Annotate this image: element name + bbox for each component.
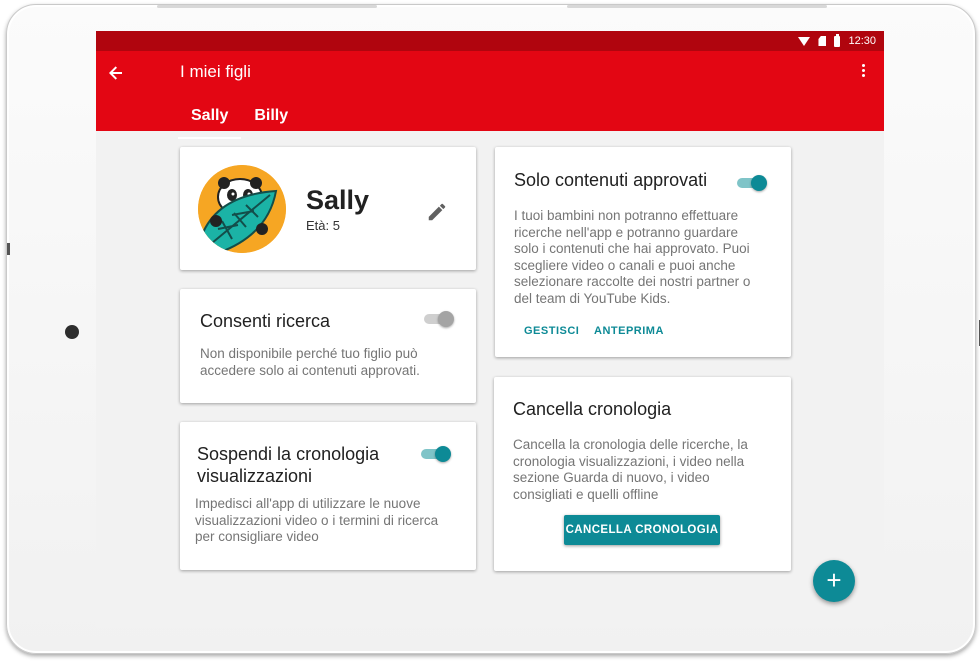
pause-history-title: Sospendi la cronologia visualizzazioni xyxy=(197,444,380,486)
child-name: Sally xyxy=(306,185,370,215)
more-vert-icon[interactable] xyxy=(860,64,866,80)
preview-button[interactable]: ANTEPRIMA xyxy=(594,325,664,337)
status-bar: 12:30 xyxy=(96,31,884,51)
arrow-back-icon[interactable] xyxy=(106,63,126,83)
device-edge-highlight xyxy=(157,5,377,8)
allow-search-description: Non disponibile perché tuo figlio può ac… xyxy=(200,346,420,378)
pause-history-description: Impedisci all'app di utilizzare le nuove… xyxy=(195,496,439,544)
avatar xyxy=(198,165,286,253)
wifi-icon xyxy=(798,36,811,46)
allow-search-toggle[interactable] xyxy=(424,309,454,329)
app-bar: I miei figli Sally Billy xyxy=(96,51,884,139)
approved-only-card: Solo contenuti approvati I tuoi bambini … xyxy=(495,147,791,357)
hardware-button xyxy=(7,243,10,255)
battery-icon xyxy=(834,33,841,47)
front-camera xyxy=(65,325,79,339)
add-icon[interactable]: + xyxy=(813,560,855,602)
approved-only-title: Solo contenuti approvati xyxy=(514,170,708,190)
clear-history-title: Cancella cronologia xyxy=(513,399,672,419)
status-time: 12:30 xyxy=(848,35,876,47)
approved-only-toggle[interactable] xyxy=(737,173,767,193)
device-edge-highlight xyxy=(567,5,827,8)
tab-sally[interactable]: Sally xyxy=(178,103,242,139)
clear-history-card: Cancella cronologia Cancella la cronolog… xyxy=(494,377,791,571)
app-screen: 12:30 I miei figli Sally Billy Sally Età… xyxy=(96,31,884,628)
approved-only-description: I tuoi bambini non potranno effettuare r… xyxy=(514,208,751,306)
pause-history-toggle[interactable] xyxy=(421,444,451,464)
clear-history-button[interactable]: CANCELLA CRONOLOGIA xyxy=(564,515,720,545)
profile-card: Sally Età: 5 xyxy=(180,147,476,270)
page-title: I miei figli xyxy=(180,62,251,81)
pencil-icon[interactable] xyxy=(426,201,448,223)
tab-billy[interactable]: Billy xyxy=(241,103,301,139)
child-tabs: Sally Billy xyxy=(178,107,301,139)
manage-button[interactable]: GESTISCI xyxy=(524,325,579,337)
allow-search-card: Consenti ricerca Non disponibile perché … xyxy=(180,289,476,403)
sim-icon xyxy=(818,36,827,46)
allow-search-title: Consenti ricerca xyxy=(200,311,331,331)
child-age: Età: 5 xyxy=(306,218,340,233)
clear-history-description: Cancella la cronologia delle ricerche, l… xyxy=(513,437,748,502)
pause-history-card: Sospendi la cronologia visualizzazioni I… xyxy=(180,422,476,570)
